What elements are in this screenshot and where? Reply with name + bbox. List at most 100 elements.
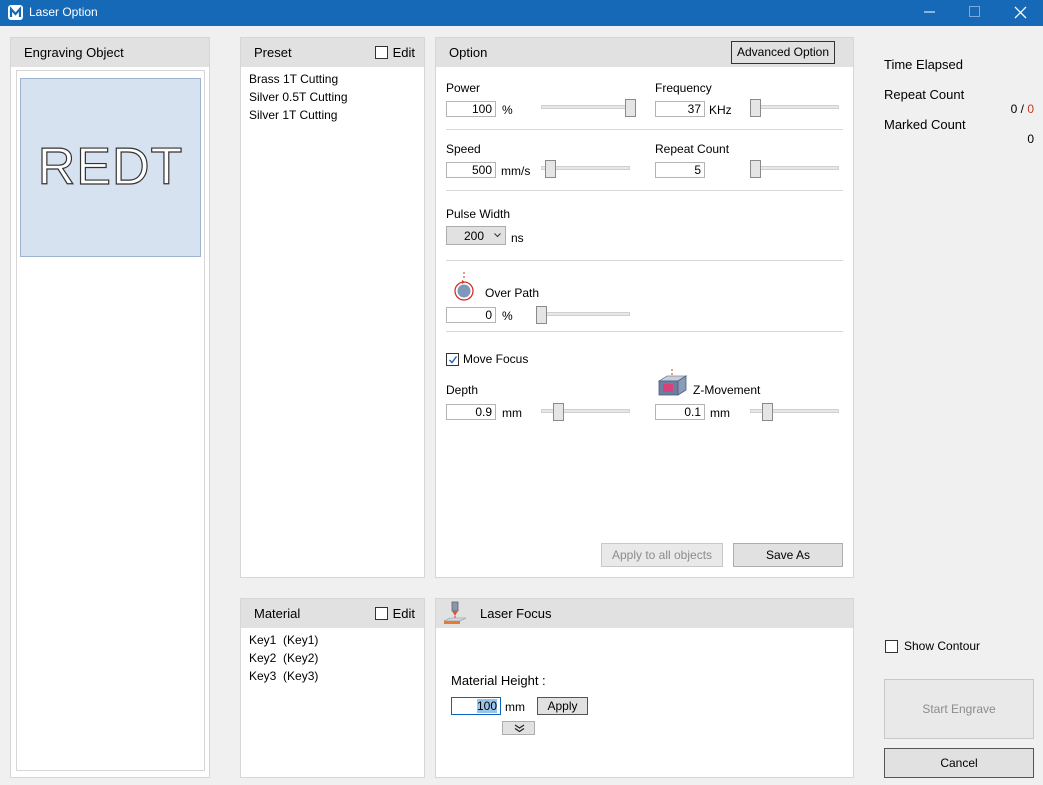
over-path-input[interactable]: 0 xyxy=(446,307,496,323)
repeat-total: 0 xyxy=(1027,102,1034,116)
over-path-label: Over Path xyxy=(485,286,540,300)
title-bar: Laser Option xyxy=(0,0,1043,26)
material-header: Material Edit xyxy=(241,599,424,628)
material-item[interactable]: Key2 (Key2) xyxy=(249,651,318,665)
divider xyxy=(446,129,843,130)
over-path-icon xyxy=(454,272,474,301)
depth-input[interactable]: 0.9 xyxy=(446,404,496,420)
laser-focus-header: Laser Focus xyxy=(436,599,853,628)
close-button[interactable] xyxy=(997,0,1043,26)
preset-item[interactable]: Silver 1T Cutting xyxy=(249,108,337,122)
cancel-button[interactable]: Cancel xyxy=(884,748,1034,778)
option-title: Option xyxy=(449,45,488,60)
option-header: Option Advanced Option xyxy=(436,38,853,67)
repeat-count-status-label: Repeat Count xyxy=(884,87,965,102)
app-logo-icon xyxy=(8,5,23,20)
option-panel: Option Advanced Option Power 100 % Frequ… xyxy=(435,37,854,578)
power-label: Power xyxy=(446,81,481,95)
speed-unit: mm/s xyxy=(501,164,531,178)
depth-label: Depth xyxy=(446,383,479,397)
pulse-width-label: Pulse Width xyxy=(446,207,511,221)
z-movement-slider[interactable] xyxy=(750,403,839,421)
maximize-icon xyxy=(969,6,980,17)
material-title: Material xyxy=(254,606,301,621)
material-height-input[interactable]: 100 xyxy=(451,697,501,715)
depth-slider[interactable] xyxy=(541,403,630,421)
preset-header: Preset Edit xyxy=(241,38,424,67)
preset-item[interactable]: Silver 0.5T Cutting xyxy=(249,90,348,104)
preset-title: Preset xyxy=(254,45,292,60)
repeat-count-value: 0 / 0 xyxy=(980,102,1034,116)
frequency-input[interactable]: 37 xyxy=(655,101,705,117)
engraving-preview[interactable]: REDT xyxy=(20,78,201,257)
z-movement-icon xyxy=(657,369,688,396)
preset-panel: Preset Edit Brass 1T Cutting Silver 0.5T… xyxy=(240,37,425,578)
repeat-count-slider[interactable] xyxy=(750,160,839,178)
pulse-width-value: 200 xyxy=(464,229,485,243)
preview-text: REDT xyxy=(37,137,184,196)
laser-focus-panel: Laser Focus Material Height : 100 mm App… xyxy=(435,598,854,778)
double-chevron-down-icon xyxy=(514,724,525,733)
preset-edit-checkbox[interactable] xyxy=(374,46,388,60)
material-item[interactable]: Key3 (Key3) xyxy=(249,669,318,683)
window-title: Laser Option xyxy=(29,5,98,19)
power-slider[interactable] xyxy=(541,99,636,117)
apply-button[interactable]: Apply xyxy=(537,697,588,715)
z-movement-input[interactable]: 0.1 xyxy=(655,404,705,420)
repeat-done: 0 xyxy=(1010,102,1018,116)
material-panel: Material Edit Key1 (Key1) Key2 (Key2) Ke… xyxy=(240,598,425,778)
laser-focus-title: Laser Focus xyxy=(480,606,552,621)
preset-item[interactable]: Brass 1T Cutting xyxy=(249,72,338,86)
material-edit-checkbox[interactable] xyxy=(374,607,388,621)
frequency-slider[interactable] xyxy=(750,99,839,117)
power-unit: % xyxy=(502,103,513,117)
expand-button[interactable] xyxy=(502,721,535,735)
repeat-separator: / xyxy=(1020,102,1024,116)
minimize-button[interactable] xyxy=(907,0,953,26)
divider xyxy=(446,331,843,332)
engraving-object-header: Engraving Object xyxy=(11,38,209,67)
repeat-count-input[interactable]: 5 xyxy=(655,162,705,178)
marked-count-label: Marked Count xyxy=(884,117,966,132)
repeat-count-label: Repeat Count xyxy=(655,142,730,156)
material-item[interactable]: Key1 (Key1) xyxy=(249,633,318,647)
time-elapsed-label: Time Elapsed xyxy=(884,57,963,72)
material-edit-toggle[interactable]: Edit xyxy=(374,606,415,621)
engraving-object-title: Engraving Object xyxy=(24,45,124,60)
divider xyxy=(446,190,843,191)
material-edit-label: Edit xyxy=(392,606,415,621)
apply-to-all-button[interactable]: Apply to all objects xyxy=(601,543,723,567)
marked-count-value: 0 xyxy=(1027,132,1034,146)
pulse-width-unit: ns xyxy=(511,231,524,245)
material-height-unit: mm xyxy=(505,700,525,714)
over-path-slider[interactable] xyxy=(536,306,630,324)
move-focus-checkbox[interactable] xyxy=(446,353,459,366)
depth-unit: mm xyxy=(502,406,522,420)
minimize-icon xyxy=(924,11,935,13)
power-input[interactable]: 100 xyxy=(446,101,496,117)
frequency-unit: KHz xyxy=(709,103,732,117)
speed-input[interactable]: 500 xyxy=(446,162,496,178)
frequency-label: Frequency xyxy=(655,81,712,95)
laser-focus-icon xyxy=(443,601,467,624)
over-path-unit: % xyxy=(502,309,513,323)
divider xyxy=(446,260,843,261)
show-contour-label: Show Contour xyxy=(904,639,981,653)
speed-label: Speed xyxy=(446,142,481,156)
engraving-object-panel: Engraving Object REDT xyxy=(10,37,210,778)
save-as-button[interactable]: Save As xyxy=(733,543,843,567)
checkmark-icon xyxy=(449,356,458,364)
maximize-button[interactable] xyxy=(952,0,998,26)
show-contour-checkbox[interactable] xyxy=(885,640,898,653)
move-focus-label: Move Focus xyxy=(463,352,529,366)
preset-edit-label: Edit xyxy=(392,45,415,60)
z-movement-label: Z-Movement xyxy=(693,383,761,397)
pulse-width-dropdown[interactable]: 200 xyxy=(446,226,506,245)
speed-slider[interactable] xyxy=(541,160,630,178)
material-height-value: 100 xyxy=(476,699,497,713)
material-height-label: Material Height : xyxy=(451,673,546,688)
preset-edit-toggle[interactable]: Edit xyxy=(374,45,415,60)
advanced-option-button[interactable]: Advanced Option xyxy=(731,41,835,64)
start-engrave-button[interactable]: Start Engrave xyxy=(884,679,1034,739)
chevron-down-icon xyxy=(494,233,501,238)
